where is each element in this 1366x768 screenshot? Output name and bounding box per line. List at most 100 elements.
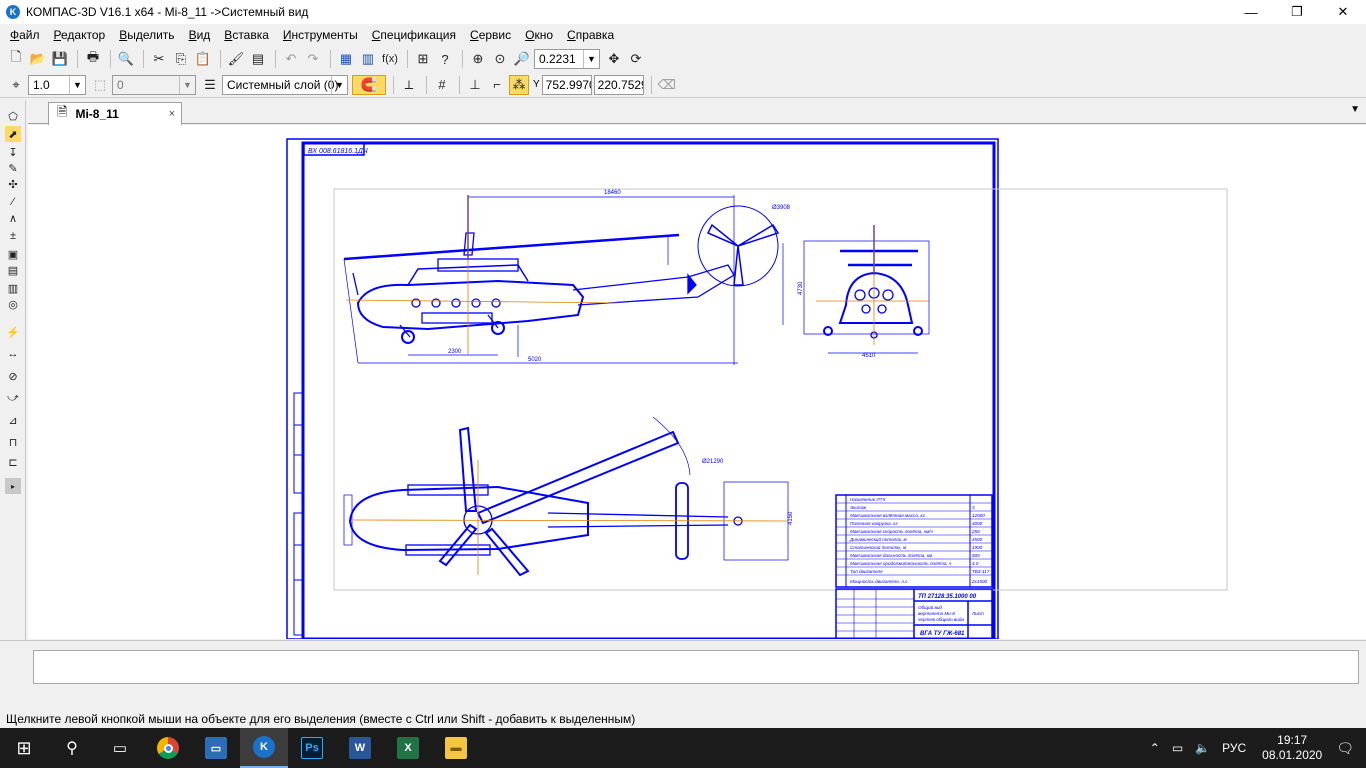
designations-icon[interactable]: ✎ <box>5 160 21 176</box>
linear-dim-icon[interactable]: ↔ <box>5 346 21 362</box>
start-windows-icon[interactable]: ⊞ <box>0 728 48 768</box>
parametrization-icon[interactable]: ⁄ <box>5 194 21 210</box>
open-folder-icon[interactable]: 📂 <box>28 49 48 69</box>
battery-icon[interactable]: ▭ <box>1172 741 1183 755</box>
magnet-snap-icon[interactable]: 🧲 <box>352 74 386 95</box>
layers-icon[interactable]: ☰ <box>200 75 220 95</box>
spec-value-3: 12000 <box>972 513 985 518</box>
menu-window[interactable]: Окно <box>525 28 553 42</box>
menu-tools[interactable]: Инструменты <box>283 28 358 42</box>
cut-icon[interactable]: ✂ <box>149 49 169 69</box>
manager-icon[interactable]: ▦ <box>336 49 356 69</box>
language-indicator[interactable]: РУС <box>1222 741 1246 755</box>
layer-number-combo[interactable]: 0 ▼ <box>112 74 196 95</box>
state-icon[interactable]: ⬚ <box>90 75 110 95</box>
preview-icon[interactable]: 🔍 <box>116 49 136 69</box>
menu-insert[interactable]: Вставка <box>224 28 269 42</box>
volume-icon[interactable]: 🔈 <box>1195 741 1210 755</box>
coord-x-value: 752.9970 <box>545 77 592 92</box>
menu-file[interactable]: Файл <box>10 28 40 42</box>
spec-row-5: Максимальная скорость полёта, км/ч 250 <box>836 529 992 536</box>
insert-icon[interactable]: ◎ <box>5 296 21 312</box>
measure-icon[interactable]: ∧ <box>5 210 21 226</box>
menu-help[interactable]: Справка <box>567 28 614 42</box>
scale-combo[interactable]: 1.0 ▼ <box>28 74 86 95</box>
coord-x-field[interactable]: 752.9970 <box>541 74 592 95</box>
eraser-icon[interactable]: ⌫ <box>657 75 677 95</box>
select-plus-icon[interactable]: ± <box>5 228 21 244</box>
reports-icon[interactable]: ▥ <box>5 280 21 296</box>
search-icon[interactable]: ⚲ <box>48 728 96 768</box>
expand-arrow-icon[interactable]: ▸ <box>5 478 21 494</box>
edit-icon[interactable]: ✣ <box>5 176 21 192</box>
circle-dim-icon[interactable]: ⊘ <box>5 368 21 384</box>
angle-dim-icon[interactable]: ⊿ <box>5 412 21 428</box>
library-icon[interactable]: ▥ <box>358 49 378 69</box>
spec-label-8: Максимальная дальность полёта, км <box>850 553 933 558</box>
task-view-icon[interactable]: ▭ <box>96 728 144 768</box>
tab-list-chevron-icon[interactable]: ▼ <box>1350 104 1360 115</box>
redo-icon[interactable]: ↷ <box>303 49 323 69</box>
associative-views-icon[interactable]: ▣ <box>5 246 21 262</box>
geometry-icon[interactable]: ⬠ <box>5 108 21 124</box>
tray-chevron-up-icon[interactable]: ⌃ <box>1150 741 1160 755</box>
dimensions-icon[interactable]: ↧ <box>5 144 21 160</box>
zoom-combo[interactable]: 0.2231 ▼ <box>534 49 600 69</box>
tab-close-icon[interactable]: × <box>169 108 175 120</box>
chain-dim-icon[interactable]: ⊓ <box>5 434 21 450</box>
variables-icon[interactable]: f(x) <box>380 49 400 69</box>
specification-icon[interactable]: ▤ <box>5 262 21 278</box>
format-brush-icon[interactable]: 🖌 <box>226 49 246 69</box>
grid-icon[interactable]: # <box>432 75 452 95</box>
auto-line-icon[interactable]: ⚡ <box>5 324 21 340</box>
word-icon[interactable]: W <box>336 728 384 768</box>
layer-name-combo[interactable]: Системный слой (0) ▼ <box>222 74 348 95</box>
ortho-mode-icon[interactable]: ⌐ <box>487 75 507 95</box>
coord-y-field[interactable]: 220.7529 <box>593 74 644 95</box>
notifications-icon[interactable]: 🗨 <box>1336 740 1354 757</box>
spec-value-2: 3 <box>972 505 975 510</box>
title-sheet: Лист <box>971 611 984 616</box>
chrome-icon[interactable] <box>144 728 192 768</box>
file-explorer-icon[interactable]: ▬ <box>432 728 480 768</box>
minimize-button[interactable]: — <box>1228 0 1274 24</box>
new-document-icon[interactable]: 🗋 <box>6 49 26 69</box>
remote-desktop-icon[interactable]: ▭ <box>192 728 240 768</box>
menu-select[interactable]: Выделить <box>119 28 174 42</box>
save-icon[interactable]: 💾 <box>50 49 70 69</box>
ortho-icon[interactable]: ⟂ <box>399 75 419 95</box>
copy-icon[interactable]: ⎘ <box>171 49 191 69</box>
zoom-in-icon[interactable]: 🔎 <box>512 49 532 69</box>
close-button[interactable]: ✕ <box>1320 0 1366 24</box>
spec-label-3: Максимальная взлётная масса, кг <box>850 513 926 518</box>
menu-editor[interactable]: Редактор <box>54 28 106 42</box>
local-cs-icon[interactable]: ⊥ <box>465 75 485 95</box>
dim-rotor-dia: Ø21290 <box>702 459 724 465</box>
properties-icon[interactable]: ▤ <box>248 49 268 69</box>
undo-icon[interactable]: ↶ <box>281 49 301 69</box>
base-dim-icon[interactable]: ⊏ <box>5 454 21 470</box>
snap-grid-icon[interactable]: ⌖ <box>6 75 26 95</box>
menu-service[interactable]: Сервис <box>470 28 511 42</box>
menu-specification[interactable]: Спецификация <box>372 28 456 42</box>
calculator-icon[interactable]: ⊞ <box>413 49 433 69</box>
select-icon[interactable]: ⬈ <box>5 126 21 142</box>
refresh-icon[interactable]: ⟳ <box>626 49 646 69</box>
menu-view[interactable]: Вид <box>189 28 211 42</box>
arc-dim-icon[interactable]: ⤻ <box>5 390 21 406</box>
paste-icon[interactable]: 📋 <box>193 49 213 69</box>
restore-button[interactable]: ❐ <box>1274 0 1320 24</box>
drawing-canvas[interactable]: ВХ 008.61816.1ДЧ 18460 Ø3908 5020 2300 4… <box>28 125 1366 639</box>
help-pointer-icon[interactable]: ? <box>435 49 455 69</box>
photoshop-icon[interactable]: Ps <box>288 728 336 768</box>
document-tab[interactable]: 🗎 Mi-8_11 × <box>48 102 182 125</box>
cursor-coords-icon[interactable]: ⁂ <box>509 74 529 95</box>
zoom-fit-icon[interactable]: ⊙ <box>490 49 510 69</box>
pan-icon[interactable]: ✥ <box>604 49 624 69</box>
excel-icon[interactable]: X <box>384 728 432 768</box>
print-icon[interactable]: 🖶 <box>83 49 103 69</box>
property-panel-box[interactable] <box>33 650 1359 684</box>
clock[interactable]: 19:17 08.01.2020 <box>1262 733 1322 763</box>
kompas-taskbar-icon[interactable]: K <box>240 728 288 768</box>
zoom-window-icon[interactable]: ⊕ <box>468 49 488 69</box>
